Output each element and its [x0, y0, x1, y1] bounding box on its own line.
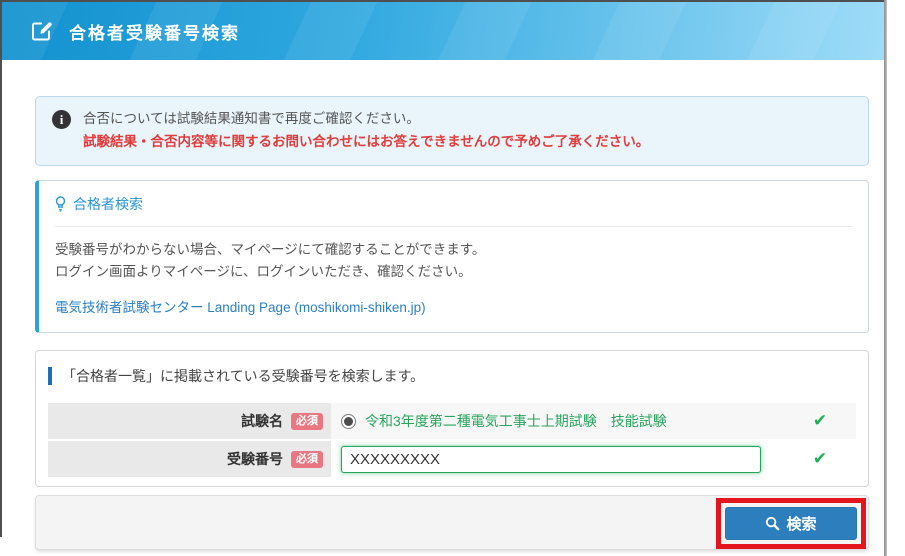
mypage-hint-line-2: ログイン画面よりマイページに、ログインいただき、確認ください。	[55, 261, 852, 283]
form-footer: 検索	[35, 495, 869, 550]
form-lead: 「合格者一覧」に掲載されている受験番号を検索します。	[48, 366, 856, 386]
notice-box: i 合否については試験結果通知書で再度ご確認ください。 試験結果・合否内容等に関…	[35, 96, 869, 166]
number-valid-check-icon: ✔	[784, 441, 856, 477]
exam-number-value-cell	[331, 441, 784, 477]
info-icon: i	[52, 110, 71, 129]
exam-valid-check-icon: ✔	[784, 403, 856, 439]
exam-number-input[interactable]	[341, 446, 761, 473]
landing-page-link[interactable]: 電気技術者試験センター Landing Page (moshikomi-shik…	[55, 296, 426, 316]
passer-search-title: 合格者検索	[73, 194, 143, 214]
lead-accent-bar	[48, 367, 52, 385]
browser-window: 合格者受験番号検索 i 合否については試験結果通知書で再度ご確認ください。 試験…	[0, 0, 884, 537]
magnifier-icon	[765, 516, 780, 531]
page-header: 合格者受験番号検索	[2, 2, 884, 60]
search-form-box: 「合格者一覧」に掲載されている受験番号を検索します。 試験名 必須 令和3年度第…	[35, 350, 869, 487]
red-highlight-annotation: 検索	[716, 498, 866, 549]
exam-number-label-cell: 受験番号 必須	[48, 441, 331, 477]
window-right-border	[884, 0, 887, 556]
form-table: 試験名 必須 令和3年度第二種電気工事士上期試験 技能試験 ✔ 受験番号 必須	[48, 403, 856, 477]
lightbulb-icon	[55, 196, 66, 212]
search-button[interactable]: 検索	[725, 507, 857, 540]
notice-text: 合否については試験結果通知書で再度ご確認ください。 試験結果・合否内容等に関する…	[83, 108, 649, 154]
required-badge: 必須	[291, 413, 323, 430]
divider	[55, 226, 852, 227]
page-body: i 合否については試験結果通知書で再度ご確認ください。 試験結果・合否内容等に関…	[2, 60, 884, 550]
edit-pencil-icon	[30, 19, 54, 43]
form-lead-text: 「合格者一覧」に掲載されている受験番号を検索します。	[62, 366, 424, 386]
notice-line-1: 合否については試験結果通知書で再度ご確認ください。	[83, 108, 649, 131]
exam-name-row: 試験名 必須 令和3年度第二種電気工事士上期試験 技能試験 ✔	[48, 403, 856, 439]
exam-number-label: 受験番号	[227, 449, 283, 469]
exam-option-label[interactable]: 令和3年度第二種電気工事士上期試験 技能試験	[365, 411, 667, 431]
notice-line-2: 試験結果・合否内容等に関するお問い合わせにはお答えできませんので予めご了承くださ…	[83, 131, 649, 154]
exam-name-label: 試験名	[241, 411, 283, 431]
page-title: 合格者受験番号検索	[69, 19, 240, 44]
exam-radio-selected[interactable]	[341, 414, 356, 429]
search-button-label: 検索	[786, 513, 816, 534]
exam-number-row: 受験番号 必須 ✔	[48, 441, 856, 477]
passer-search-info-box: 合格者検索 受験番号がわからない場合、マイページにて確認することができます。 ロ…	[35, 180, 869, 334]
exam-name-label-cell: 試験名 必須	[48, 403, 331, 439]
required-badge: 必須	[291, 451, 323, 468]
passer-search-heading: 合格者検索	[55, 194, 852, 214]
exam-name-value-cell: 令和3年度第二種電気工事士上期試験 技能試験	[331, 403, 784, 439]
mypage-hint-line-1: 受験番号がわからない場合、マイページにて確認することができます。	[55, 239, 852, 261]
